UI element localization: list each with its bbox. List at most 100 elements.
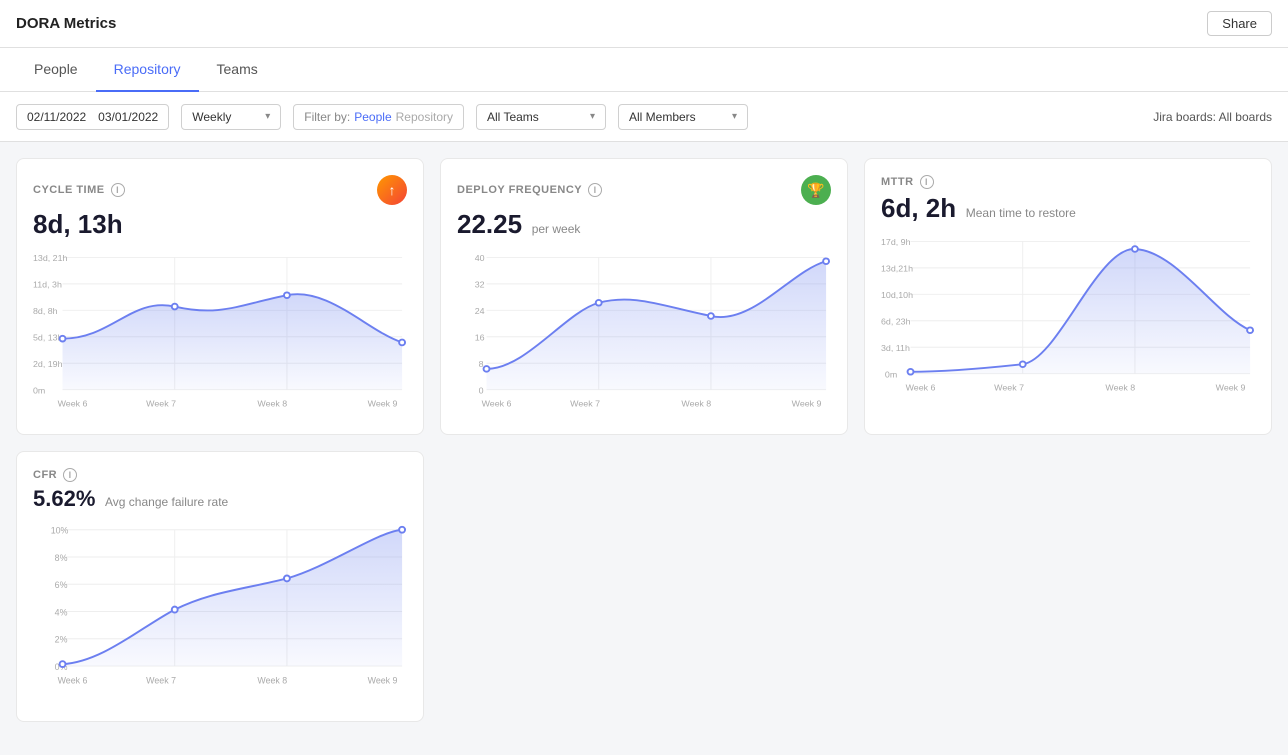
deploy-frequency-chart-container: 40 32 24 16 8 0 Week 6 Week 7 Week 8 Wee… (457, 248, 831, 418)
svg-text:11d, 3h: 11d, 3h (33, 280, 62, 290)
svg-text:40: 40 (475, 253, 485, 263)
svg-text:Week 7: Week 7 (146, 676, 176, 686)
svg-text:17d, 9h: 17d, 9h (881, 237, 911, 247)
teams-label: All Teams (487, 110, 539, 124)
svg-text:8d, 8h: 8d, 8h (33, 306, 58, 316)
mttr-title: MTTR (881, 176, 914, 188)
trophy-icon: 🏆 (807, 182, 824, 199)
svg-text:Week 9: Week 9 (368, 399, 398, 409)
svg-text:2%: 2% (55, 635, 68, 645)
cycle-time-info-icon[interactable]: i (111, 183, 125, 197)
svg-text:0: 0 (479, 386, 484, 396)
teams-select[interactable]: All Teams ▾ (476, 104, 606, 130)
svg-text:2d, 19h: 2d, 19h (33, 359, 63, 369)
app-title: DORA Metrics (16, 15, 116, 32)
mttr-sub: Mean time to restore (966, 206, 1076, 220)
mttr-chart-container: 17d, 9h 13d,21h 10d,10h 6d, 23h 3d, 11h … (881, 232, 1255, 402)
date-range-picker[interactable]: 02/11/2022 03/01/2022 (16, 104, 169, 130)
top-bar: DORA Metrics Share (0, 0, 1288, 48)
period-select[interactable]: Weekly ▾ (181, 104, 281, 130)
date-from: 02/11/2022 (27, 110, 86, 124)
svg-text:Week 9: Week 9 (792, 399, 822, 409)
svg-text:4%: 4% (55, 607, 68, 617)
members-label: All Members (629, 110, 696, 124)
mttr-value: 6d, 2h (881, 193, 956, 223)
svg-text:0m: 0m (33, 386, 45, 396)
dashboard-content: CYCLE TIME i ↑ 8d, 13h 13d, 21h (0, 142, 1288, 738)
svg-text:Week 9: Week 9 (368, 676, 398, 686)
cycle-time-title: CYCLE TIME (33, 184, 105, 196)
svg-text:6%: 6% (55, 580, 68, 590)
svg-text:Week 8: Week 8 (681, 399, 711, 409)
tab-people[interactable]: People (16, 48, 96, 92)
deploy-frequency-header: DEPLOY FREQUENCY i 🏆 (457, 175, 831, 205)
svg-text:5d, 13h: 5d, 13h (33, 333, 63, 343)
date-to: 03/01/2022 (98, 110, 158, 124)
cfr-value-row: 5.62% Avg change failure rate (33, 486, 407, 512)
svg-text:24: 24 (475, 306, 485, 316)
tab-teams[interactable]: Teams (199, 48, 276, 92)
cfr-value: 5.62% (33, 486, 95, 511)
svg-text:16: 16 (475, 333, 485, 343)
mttr-chart: 17d, 9h 13d,21h 10d,10h 6d, 23h 3d, 11h … (881, 232, 1255, 402)
cfr-chart-container: 10% 8% 6% 4% 2% 0% Week 6 Week 7 Week 8 … (33, 520, 407, 705)
cfr-title: CFR (33, 469, 57, 481)
svg-text:Week 8: Week 8 (257, 399, 287, 409)
cycle-time-title-row: CYCLE TIME i (33, 183, 125, 197)
svg-text:Week 6: Week 6 (58, 676, 88, 686)
deploy-frequency-card: DEPLOY FREQUENCY i 🏆 22.25 per week (440, 158, 848, 435)
deploy-frequency-value: 22.25 (457, 209, 522, 239)
period-label: Weekly (192, 110, 231, 124)
filter-repository[interactable]: Repository (396, 110, 453, 124)
deploy-frequency-sub: per week (532, 222, 581, 236)
arrow-up-icon: ↑ (389, 182, 396, 198)
deploy-frequency-chart: 40 32 24 16 8 0 Week 6 Week 7 Week 8 Wee… (457, 248, 831, 418)
filter-label: Filter by: (304, 110, 350, 124)
deploy-frequency-info-icon[interactable]: i (588, 183, 602, 197)
share-button[interactable]: Share (1207, 11, 1272, 36)
tab-repository[interactable]: Repository (96, 48, 199, 92)
svg-text:3d, 11h: 3d, 11h (881, 343, 910, 353)
svg-text:10%: 10% (51, 526, 69, 536)
svg-text:Week 8: Week 8 (257, 676, 287, 686)
mttr-value-row: 6d, 2h Mean time to restore (881, 193, 1255, 224)
svg-text:32: 32 (475, 280, 485, 290)
svg-text:Week 7: Week 7 (994, 383, 1024, 393)
svg-text:Week 9: Week 9 (1216, 383, 1246, 393)
svg-text:10d,10h: 10d,10h (881, 290, 913, 300)
svg-text:6d, 23h: 6d, 23h (881, 317, 911, 327)
empty-cell-1 (440, 451, 848, 722)
mttr-header: MTTR i (881, 175, 1255, 189)
svg-text:Week 8: Week 8 (1105, 383, 1135, 393)
cfr-header: CFR i (33, 468, 407, 482)
svg-text:13d, 21h: 13d, 21h (33, 253, 68, 263)
cfr-title-row: CFR i (33, 468, 77, 482)
mttr-title-row: MTTR i (881, 175, 934, 189)
svg-text:Week 7: Week 7 (146, 399, 176, 409)
svg-text:Week 6: Week 6 (482, 399, 512, 409)
members-select[interactable]: All Members ▾ (618, 104, 748, 130)
cfr-info-icon[interactable]: i (63, 468, 77, 482)
deploy-frequency-title-row: DEPLOY FREQUENCY i (457, 183, 602, 197)
filter-people[interactable]: People (354, 110, 391, 124)
cycle-time-header: CYCLE TIME i ↑ (33, 175, 407, 205)
toolbar: 02/11/2022 03/01/2022 Weekly ▾ Filter by… (0, 92, 1288, 142)
svg-text:Week 6: Week 6 (58, 399, 88, 409)
cycle-time-value: 8d, 13h (33, 209, 407, 240)
cycle-time-card: CYCLE TIME i ↑ 8d, 13h 13d, 21h (16, 158, 424, 435)
nav-bar: People Repository Teams (0, 48, 1288, 92)
mttr-info-icon[interactable]: i (920, 175, 934, 189)
svg-text:13d,21h: 13d,21h (881, 264, 913, 274)
deploy-frequency-title: DEPLOY FREQUENCY (457, 184, 582, 196)
cfr-chart: 10% 8% 6% 4% 2% 0% Week 6 Week 7 Week 8 … (33, 520, 407, 705)
deploy-frequency-badge: 🏆 (801, 175, 831, 205)
svg-text:Week 7: Week 7 (570, 399, 600, 409)
chevron-down-icon: ▾ (590, 111, 595, 122)
filter-box: Filter by: People Repository (293, 104, 464, 130)
cfr-card: CFR i 5.62% Avg change failure rate (16, 451, 424, 722)
svg-text:0m: 0m (885, 370, 897, 380)
deploy-frequency-value-row: 22.25 per week (457, 209, 831, 240)
chevron-down-icon: ▾ (265, 111, 270, 122)
empty-cell-2 (864, 451, 1272, 722)
svg-text:8%: 8% (55, 553, 68, 563)
